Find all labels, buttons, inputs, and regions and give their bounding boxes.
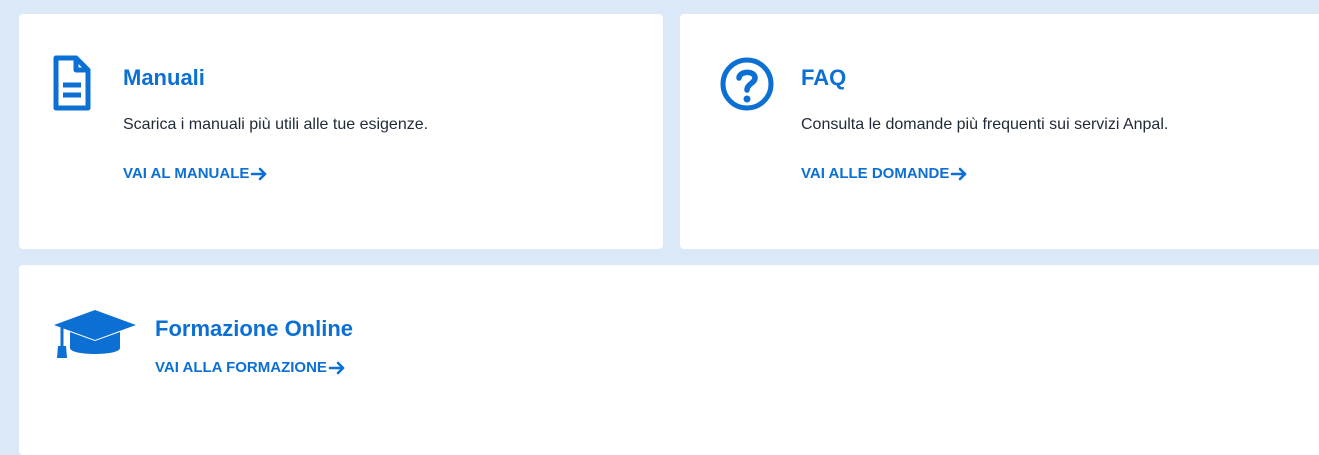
document-icon bbox=[52, 52, 92, 112]
question-circle-icon bbox=[719, 56, 775, 112]
link-label: VAI AL MANUALE bbox=[123, 165, 250, 182]
arrow-right-icon bbox=[951, 167, 967, 180]
graduation-cap-icon bbox=[52, 308, 138, 360]
card-description: Scarica i manuali più utili alle tue esi… bbox=[123, 116, 429, 133]
arrow-right-icon bbox=[328, 361, 345, 374]
vai-al-manuale-link[interactable]: VAI AL MANUALE bbox=[123, 166, 268, 181]
card-title: Formazione Online bbox=[155, 316, 354, 341]
link-label: VAI ALLE DOMANDE bbox=[801, 165, 950, 182]
arrow-right-icon bbox=[251, 167, 267, 180]
card-title: Manuali bbox=[123, 65, 205, 90]
card-description: Consulta le domande più frequenti sui se… bbox=[801, 116, 1169, 133]
card-title: FAQ bbox=[801, 65, 847, 90]
vai-alle-domande-link[interactable]: VAI ALLE DOMANDE bbox=[801, 166, 968, 181]
vai-alla-formazione-link[interactable]: VAI ALLA FORMAZIONE bbox=[155, 360, 346, 375]
card-formazione: Formazione Online VAI ALLA FORMAZIONE bbox=[19, 265, 1319, 455]
card-faq: FAQ Consulta le domande più frequenti su… bbox=[680, 14, 1319, 249]
link-label: VAI ALLA FORMAZIONE bbox=[155, 359, 327, 376]
card-manuali: Manuali Scarica i manuali più utili alle… bbox=[19, 14, 663, 249]
